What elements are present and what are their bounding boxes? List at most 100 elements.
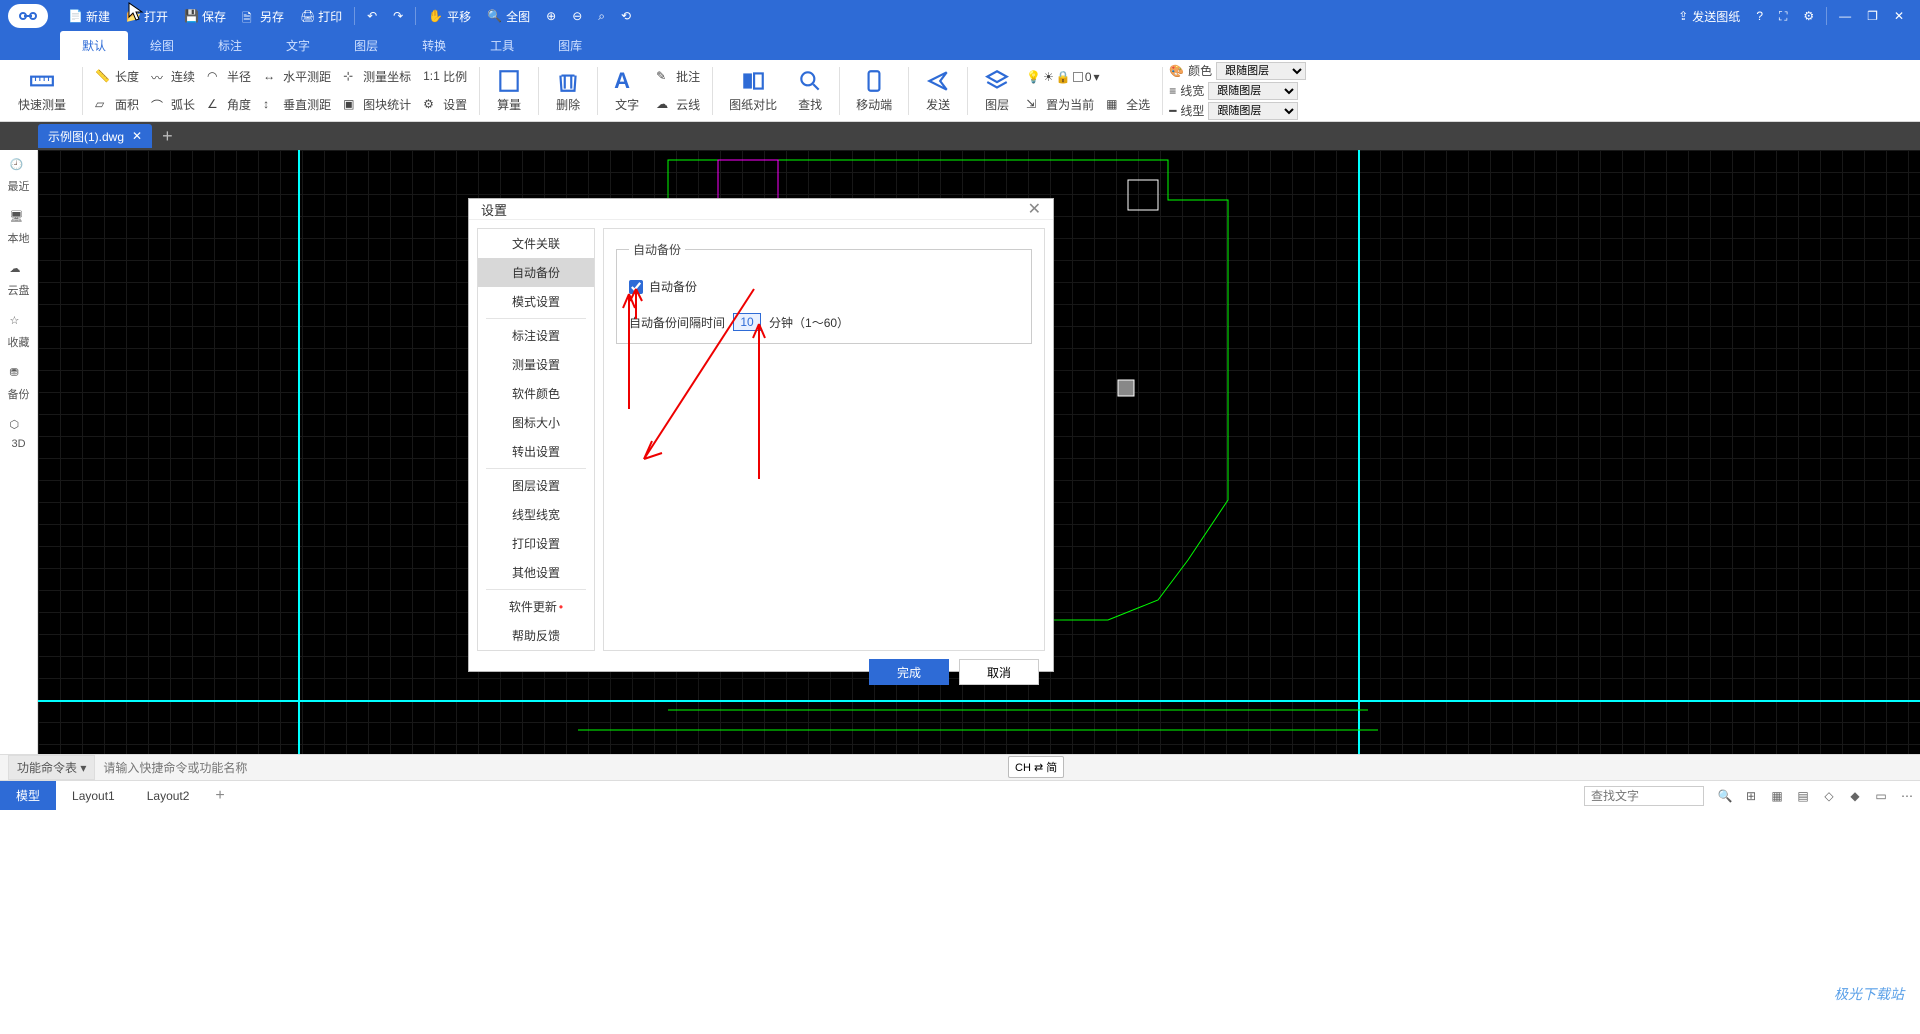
redo-button[interactable]: ↷ — [385, 0, 411, 32]
lineweight-select[interactable]: 跟随图层 — [1208, 82, 1298, 100]
quick-measure-button[interactable]: 快速测量 — [8, 63, 76, 119]
dialog-item-update[interactable]: 软件更新 — [478, 592, 594, 621]
sidebar-3d[interactable]: ⬡3D — [10, 418, 28, 450]
dialog-item-auto-backup[interactable]: 自动备份 — [478, 258, 594, 287]
delete-button[interactable]: 删除 — [545, 63, 591, 119]
dialog-item-mode[interactable]: 模式设置 — [478, 287, 594, 316]
dialog-item-color[interactable]: 软件颜色 — [478, 379, 594, 408]
text-button[interactable]: A文字 — [604, 63, 650, 119]
send-drawing-button[interactable]: ⇪发送图纸 — [1670, 0, 1748, 32]
settings-button[interactable]: ⚙ — [1795, 0, 1822, 32]
scale-button[interactable]: 1:1比例 — [417, 64, 473, 90]
coord-button[interactable]: ⊹测量坐标 — [337, 64, 417, 90]
dialog-item-measure[interactable]: 测量设置 — [478, 350, 594, 379]
dialog-item-other[interactable]: 其他设置 — [478, 558, 594, 587]
layer-button[interactable]: 图层 — [974, 63, 1020, 119]
dialog-item-print[interactable]: 打印设置 — [478, 529, 594, 558]
status-osnap-button[interactable]: ◆ — [1846, 787, 1864, 805]
fullscreen-button[interactable]: ⛶ — [1771, 0, 1795, 32]
tab-tools[interactable]: 工具 — [468, 31, 536, 60]
annotation-button[interactable]: ✎批注 — [650, 64, 706, 90]
status-polar-button[interactable]: ◇ — [1820, 787, 1838, 805]
radius-button[interactable]: ◠半径 — [201, 64, 257, 90]
dialog-item-file-assoc[interactable]: 文件关联 — [478, 229, 594, 258]
area-button[interactable]: ▱面积 — [89, 92, 145, 118]
select-all-button[interactable]: ▦全选 — [1100, 92, 1156, 118]
fit-button[interactable]: 🔍全图 — [479, 0, 538, 32]
tab-text[interactable]: 文字 — [264, 31, 332, 60]
set-current-button[interactable]: ⇲置为当前 — [1020, 92, 1100, 118]
layout-tab-1[interactable]: Layout1 — [56, 783, 131, 809]
arc-button[interactable]: ⌒弧长 — [145, 92, 201, 118]
status-ortho-button[interactable]: ▤ — [1794, 787, 1812, 805]
undo-button[interactable]: ↶ — [359, 0, 385, 32]
length-button[interactable]: 📏长度 — [89, 64, 145, 90]
find-text-input[interactable] — [1584, 786, 1704, 806]
hdist-button[interactable]: ↔水平测距 — [257, 64, 337, 90]
help-button[interactable]: ? — [1748, 0, 1771, 32]
dialog-close-button[interactable]: ✕ — [1028, 199, 1041, 219]
linetype-select[interactable]: 跟随图层 — [1208, 102, 1298, 120]
color-select[interactable]: 跟随图层 — [1216, 62, 1306, 80]
dialog-item-iconsize[interactable]: 图标大小 — [478, 408, 594, 437]
dialog-ok-button[interactable]: 完成 — [869, 659, 949, 685]
saveas-button[interactable]: 🗎另存 — [234, 0, 292, 32]
dialog-item-layer[interactable]: 图层设置 — [478, 471, 594, 500]
find-button[interactable]: 查找 — [787, 63, 833, 119]
tab-default[interactable]: 默认 — [60, 31, 128, 60]
dialog-item-export[interactable]: 转出设置 — [478, 437, 594, 466]
dialog-item-ltlw[interactable]: 线型线宽 — [478, 500, 594, 529]
continuous-button[interactable]: 〰连续 — [145, 64, 201, 90]
ime-chip[interactable]: CH ⇄ 简 — [1008, 756, 1064, 778]
tab-library[interactable]: 图库 — [536, 31, 604, 60]
status-snap-button[interactable]: ⊞ — [1742, 787, 1760, 805]
save-button[interactable]: 💾保存 — [176, 0, 234, 32]
command-label[interactable]: 功能命令表 ▾ — [8, 755, 95, 780]
layout-tab-2[interactable]: Layout2 — [131, 783, 206, 809]
interval-input[interactable] — [733, 313, 761, 331]
dialog-cancel-button[interactable]: 取消 — [959, 659, 1039, 685]
layout-tab-model[interactable]: 模型 — [0, 781, 56, 810]
search-go-button[interactable]: 🔍 — [1716, 787, 1734, 805]
zoom-window-button[interactable]: ⌕ — [590, 0, 613, 32]
sidebar-favorite[interactable]: ☆收藏 — [8, 314, 30, 350]
tab-convert[interactable]: 转换 — [400, 31, 468, 60]
blockstat-button[interactable]: ▣图块统计 — [337, 92, 417, 118]
status-grid-button[interactable]: ▦ — [1768, 787, 1786, 805]
minimize-button[interactable]: — — [1831, 0, 1859, 32]
sidebar-local[interactable]: 🖥本地 — [8, 210, 30, 246]
calc-button[interactable]: 算量 — [486, 63, 532, 119]
sidebar-backup[interactable]: ⛃备份 — [8, 366, 30, 402]
sidebar-cloud[interactable]: ☁云盘 — [8, 262, 30, 298]
close-button[interactable]: ✕ — [1886, 0, 1912, 32]
tab-annotate[interactable]: 标注 — [196, 31, 264, 60]
status-lwt-button[interactable]: ▭ — [1872, 787, 1890, 805]
status-more-button[interactable]: ⋯ — [1898, 787, 1916, 805]
tab-draw[interactable]: 绘图 — [128, 31, 196, 60]
send2-button[interactable]: 发送 — [915, 63, 961, 119]
tab-layer[interactable]: 图层 — [332, 31, 400, 60]
add-tab-button[interactable]: + — [152, 126, 183, 147]
mobile-button[interactable]: 移动端 — [846, 63, 902, 119]
layer-state-button[interactable]: 💡☀🔒0▾ — [1020, 64, 1105, 90]
settings-ribbon-button[interactable]: ⚙设置 — [417, 92, 473, 118]
angle-button[interactable]: ∠角度 — [201, 92, 257, 118]
new-button[interactable]: 📄新建 — [60, 0, 118, 32]
sidebar-recent[interactable]: 🕘最近 — [8, 158, 30, 194]
auto-backup-checkbox[interactable] — [629, 280, 643, 294]
cloudline-button[interactable]: ☁云线 — [650, 92, 706, 118]
zoom-out-button[interactable]: ⊖ — [564, 0, 590, 32]
document-tab[interactable]: 示例图(1).dwg ✕ — [38, 124, 152, 148]
vdist-button[interactable]: ↕垂直测距 — [257, 92, 337, 118]
add-layout-button[interactable]: + — [205, 787, 234, 805]
dialog-item-help[interactable]: 帮助反馈 — [478, 621, 594, 650]
compare-button[interactable]: 图纸对比 — [719, 63, 787, 119]
open-button[interactable]: 📂打开 — [118, 0, 176, 32]
zoom-in-button[interactable]: ⊕ — [538, 0, 564, 32]
maximize-button[interactable]: ❐ — [1859, 0, 1886, 32]
dialog-item-dim[interactable]: 标注设置 — [478, 321, 594, 350]
pan-button[interactable]: ✋平移 — [420, 0, 479, 32]
zoom-prev-button[interactable]: ⟲ — [613, 0, 639, 32]
close-tab-icon[interactable]: ✕ — [132, 129, 142, 143]
print-button[interactable]: 🖨打印 — [292, 0, 350, 32]
